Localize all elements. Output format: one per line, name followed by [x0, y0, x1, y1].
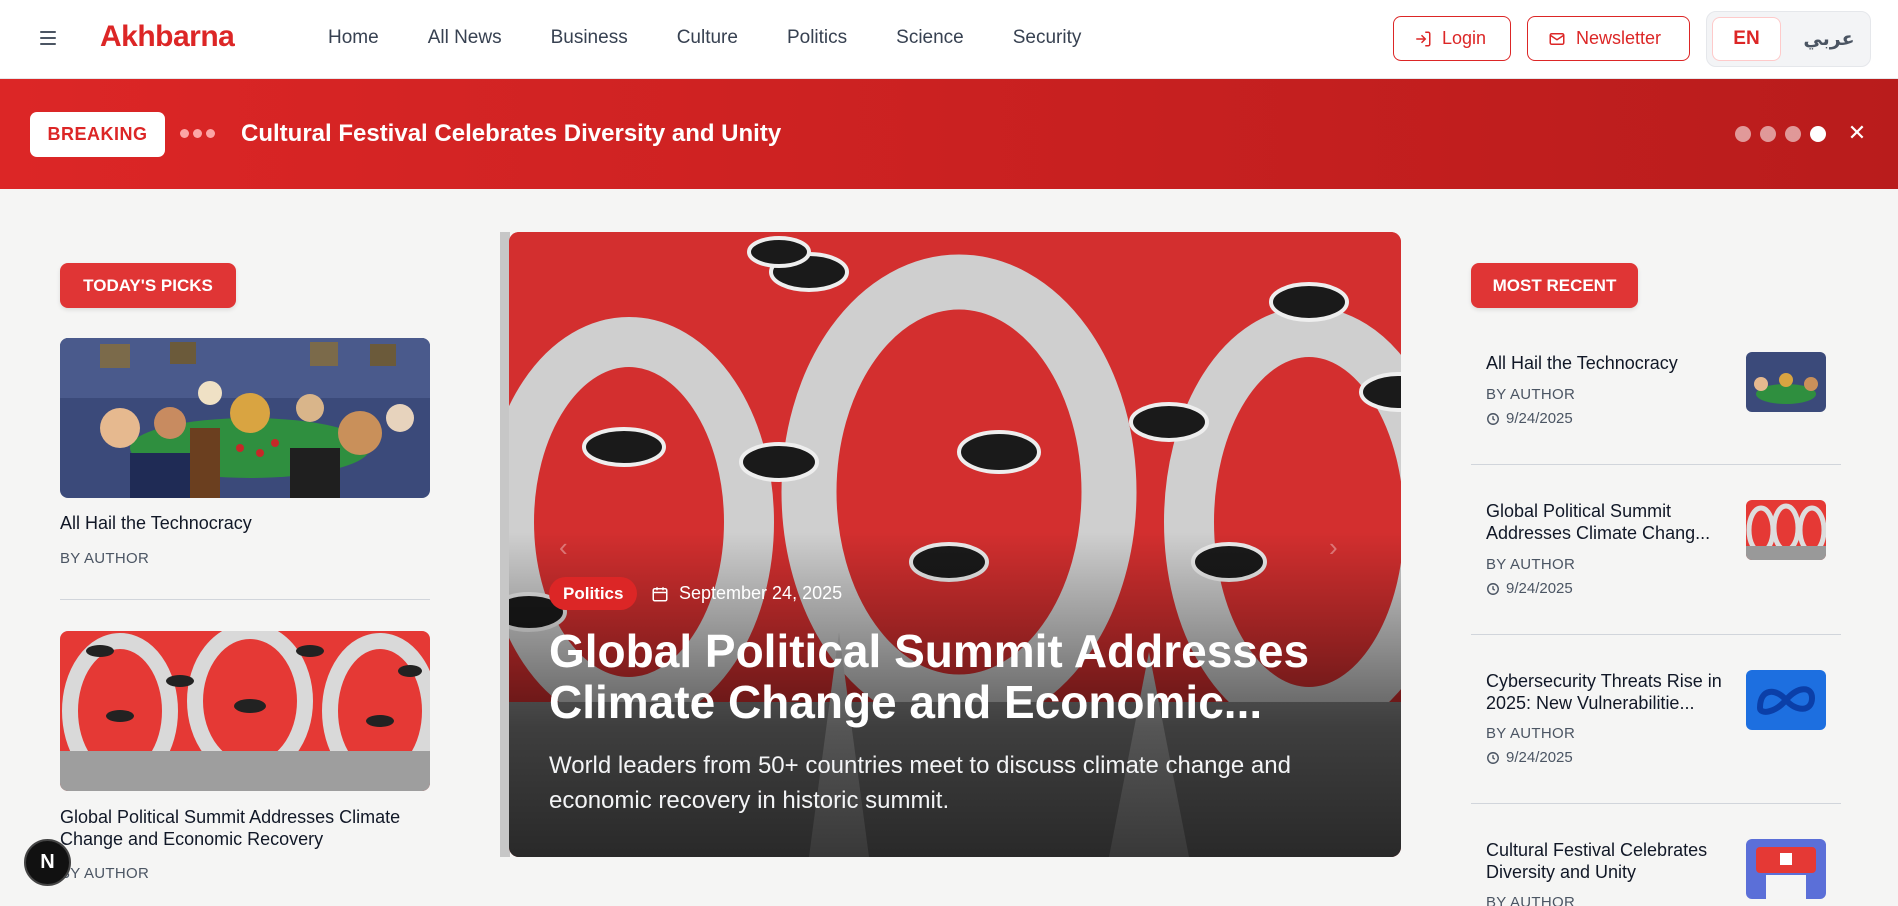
recent-item-author: BY AUTHOR [1486, 725, 1576, 742]
recent-item-title[interactable]: Cultural Festival Celebrates Diversity a… [1486, 839, 1736, 883]
recent-item-author: BY AUTHOR [1486, 386, 1576, 403]
mail-icon [1549, 32, 1565, 45]
close-icon[interactable]: ✕ [1847, 122, 1867, 144]
pick-author: BY AUTHOR [60, 550, 150, 567]
divider [1471, 634, 1841, 635]
recent-item-date-text: 9/24/2025 [1506, 749, 1573, 766]
nav-culture[interactable]: Culture [677, 27, 738, 49]
recent-item-date-text: 9/24/2025 [1506, 580, 1573, 597]
pager-dot[interactable] [1760, 126, 1776, 142]
recent-item-author: BY AUTHOR [1486, 894, 1576, 906]
login-icon [1416, 31, 1431, 46]
pick-author: BY AUTHOR [60, 865, 150, 882]
lang-en-button[interactable]: EN [1712, 17, 1781, 61]
pager-dot[interactable] [1735, 126, 1751, 142]
todays-picks-heading: TODAY'S PICKS [60, 263, 236, 308]
newsletter-button[interactable]: Newsletter [1527, 16, 1690, 61]
site-logo[interactable]: Akhbarna [100, 20, 235, 54]
newsletter-label: Newsletter [1576, 28, 1662, 48]
recent-item-date: 9/24/2025 [1486, 580, 1573, 597]
login-button[interactable]: Login [1393, 16, 1511, 61]
pick-title[interactable]: Global Political Summit Addresses Climat… [60, 806, 430, 850]
hero-slide[interactable]: ‹ › Politics September 24, 2025 Global P… [509, 232, 1401, 857]
chevron-left-icon[interactable]: ‹ [559, 532, 579, 563]
pager-dot-active[interactable] [1810, 126, 1826, 142]
hero-date: September 24, 2025 [651, 583, 842, 604]
recent-item-thumbnail[interactable] [1746, 839, 1826, 899]
recent-item-thumbnail[interactable] [1746, 500, 1826, 560]
breaking-news-bar: BREAKING Cultural Festival Celebrates Di… [0, 79, 1898, 189]
divider [1471, 464, 1841, 465]
summit-image[interactable] [60, 631, 430, 791]
clock-icon [1487, 582, 1499, 595]
nav-business[interactable]: Business [551, 27, 628, 49]
recent-item-date: 9/24/2025 [1486, 410, 1573, 427]
breaking-badge: BREAKING [30, 112, 165, 157]
recent-item-thumbnail[interactable] [1746, 670, 1826, 730]
breaking-headline[interactable]: Cultural Festival Celebrates Diversity a… [241, 120, 781, 148]
recent-item-author: BY AUTHOR [1486, 556, 1576, 573]
most-recent-heading: MOST RECENT [1471, 263, 1638, 308]
hero-category-badge[interactable]: Politics [549, 577, 638, 610]
hero-description: World leaders from 50+ countries meet to… [549, 752, 1291, 814]
recent-item-date-text: 9/24/2025 [1506, 410, 1573, 427]
divider [1471, 803, 1841, 804]
breaking-dots-icon [180, 129, 215, 138]
breaking-pager [1735, 126, 1826, 142]
nav-home[interactable]: Home [328, 27, 379, 49]
clock-icon [1487, 751, 1499, 764]
recent-item-title[interactable]: All Hail the Technocracy [1486, 352, 1736, 374]
recent-item-title[interactable]: Global Political Summit Addresses Climat… [1486, 500, 1736, 544]
nav-all-news[interactable]: All News [428, 27, 502, 49]
nav-politics[interactable]: Politics [787, 27, 847, 49]
hero-title[interactable]: Global Political Summit Addresses Climat… [549, 626, 1369, 728]
site-header: Akhbarna Home All News Business Culture … [0, 0, 1898, 79]
chevron-right-icon[interactable]: › [1329, 532, 1349, 563]
main-nav: Home All News Business Culture Politics … [328, 27, 1130, 49]
language-switcher: EN عربي [1706, 11, 1871, 67]
divider [60, 599, 430, 600]
hero-date-text: September 24, 2025 [679, 583, 843, 603]
pager-dot[interactable] [1785, 126, 1801, 142]
nav-security[interactable]: Security [1013, 27, 1082, 49]
recent-item-thumbnail[interactable] [1746, 352, 1826, 412]
technocracy-image[interactable] [60, 338, 430, 498]
lang-ar-button[interactable]: عربي [1799, 17, 1859, 61]
pick-title[interactable]: All Hail the Technocracy [60, 512, 430, 534]
n-badge-button[interactable]: N [24, 839, 71, 886]
hamburger-menu-icon[interactable] [40, 28, 60, 48]
clock-icon [1487, 412, 1499, 425]
recent-item-date: 9/24/2025 [1486, 749, 1573, 766]
recent-item-title[interactable]: Cybersecurity Threats Rise in 2025: New … [1486, 670, 1736, 714]
login-label: Login [1442, 28, 1487, 48]
nav-science[interactable]: Science [896, 27, 964, 49]
calendar-icon [652, 586, 668, 601]
